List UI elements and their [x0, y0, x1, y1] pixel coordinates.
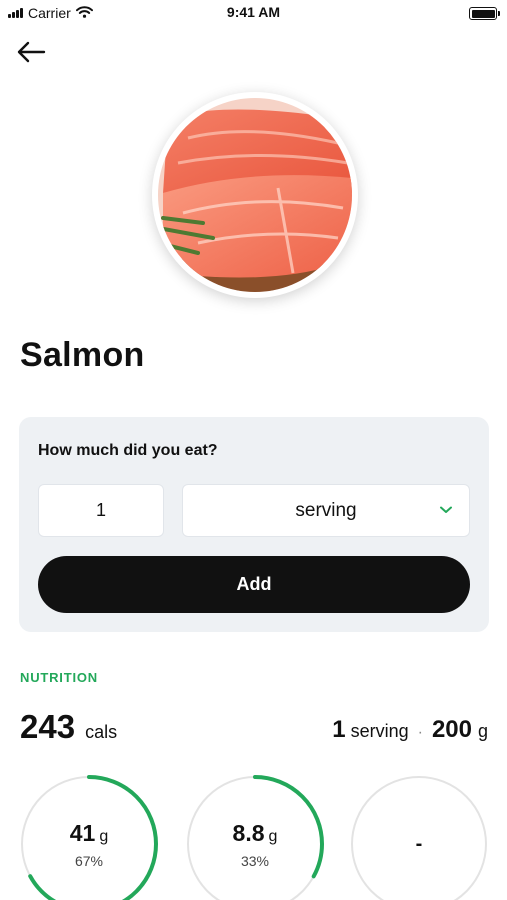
serving-weight: 200: [431, 716, 472, 743]
unit-select-value: serving: [295, 499, 357, 521]
serving-unit: serving: [350, 721, 409, 741]
macro-ring-2-unit: g: [268, 827, 278, 845]
chevron-down-icon: [440, 506, 452, 513]
calories-unit: cals: [85, 722, 118, 742]
salmon-photo: [158, 98, 352, 292]
status-bar: Carrier 9:41 AM: [0, 0, 507, 28]
macro-ring-3-center: -: [350, 775, 488, 900]
macro-ring-2-value: 8.8: [232, 819, 265, 846]
macro-ring-1-center: 41 g 67%: [20, 775, 158, 900]
calories-value: 243: [20, 708, 76, 745]
add-button[interactable]: Add: [38, 556, 470, 613]
macro-ring-1-value: 41: [69, 819, 96, 846]
arrow-left-icon: [17, 41, 46, 63]
back-button[interactable]: [14, 36, 48, 68]
macro-ring-2: 8.8 g 33%: [186, 775, 324, 900]
macro-ring-1-percent: 67%: [74, 852, 104, 869]
macro-ring-3: -: [350, 775, 488, 900]
macro-ring-2-center: 8.8 g 33%: [186, 775, 324, 900]
separator-dot: ·: [417, 724, 423, 741]
macro-ring-3-value: -: [415, 832, 423, 855]
macro-ring-2-value-row: 8.8 g: [233, 820, 278, 847]
food-photo-frame: [152, 92, 358, 298]
food-title: Salmon: [20, 336, 145, 374]
macro-rings: 41 g 67% 8.8 g 33% -: [20, 775, 490, 900]
calories-summary: 243 cals: [20, 708, 117, 746]
macro-ring-1-unit: g: [99, 827, 109, 845]
macro-ring-1: 41 g 67%: [20, 775, 158, 900]
status-time: 9:41 AM: [226, 4, 281, 20]
macro-ring-2-percent: 33%: [240, 852, 270, 869]
macro-ring-1-value-row: 41 g: [70, 820, 109, 847]
unit-select[interactable]: serving: [182, 484, 470, 537]
amount-card: How much did you eat? serving Add: [19, 417, 489, 632]
battery-icon: [469, 7, 500, 20]
serving-summary: 1 serving · 200 g: [332, 716, 488, 744]
quantity-input[interactable]: [38, 484, 164, 537]
serving-weight-unit: g: [477, 721, 488, 741]
nutrition-heading: NUTRITION: [20, 670, 98, 685]
serving-quantity: 1: [332, 716, 346, 743]
amount-question: How much did you eat?: [38, 442, 218, 459]
